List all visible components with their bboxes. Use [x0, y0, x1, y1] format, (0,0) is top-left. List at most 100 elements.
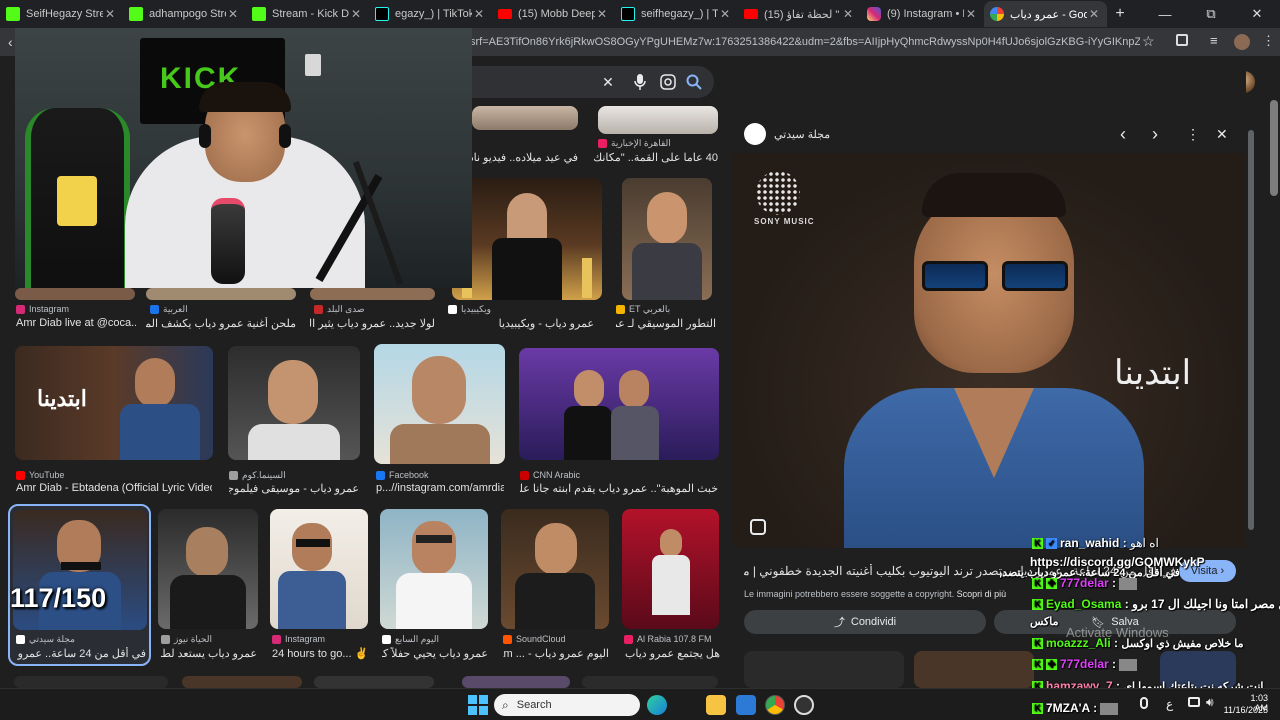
result-image[interactable]: [270, 509, 368, 629]
close-icon[interactable]: ✕: [226, 7, 240, 21]
result-caption[interactable]: p...//instagram.com/amrdiab: [376, 482, 504, 494]
next-image-icon[interactable]: ›: [1152, 124, 1158, 145]
close-icon[interactable]: ✕: [595, 7, 609, 21]
tab-4[interactable]: (15) Mobb Deep - Sh✕: [492, 1, 615, 27]
lens-search-icon[interactable]: [750, 519, 766, 535]
prev-image-icon[interactable]: ‹: [1120, 124, 1126, 145]
result-image[interactable]: [582, 676, 718, 688]
new-tab-button[interactable]: +: [1107, 5, 1133, 23]
clock-date[interactable]: 11/16/2025: [1222, 705, 1268, 715]
mic-icon[interactable]: [630, 72, 650, 92]
result-image[interactable]: [374, 344, 505, 464]
extensions-icon[interactable]: [1176, 34, 1188, 46]
address-bar[interactable]: srf=AE3TifOn86Yrk6jRkwOS8OGyYPgUHEMz7w:1…: [470, 31, 1140, 53]
mic-tray-icon[interactable]: [1140, 697, 1148, 709]
tab-2[interactable]: Stream - Kick Dashbo✕: [246, 1, 369, 27]
result-source: ET بالعربي: [616, 304, 716, 315]
close-icon[interactable]: ✕: [103, 7, 117, 21]
result-image[interactable]: [462, 676, 570, 688]
tab-0[interactable]: SeifHegazy Stream -✕: [0, 1, 123, 27]
lens-icon[interactable]: [658, 72, 678, 92]
result-caption[interactable]: لولا جديد.. عمرو دياب يثير الجدل...: [310, 317, 435, 330]
windows-start-icon[interactable]: [468, 695, 488, 715]
result-caption[interactable]: ملحن أغنية عمرو دياب يكشف المفاجأة...: [146, 317, 296, 330]
result-caption[interactable]: 24 hours to go... ✌️: [272, 647, 368, 660]
result-image[interactable]: [228, 346, 360, 460]
result-image[interactable]: [310, 288, 435, 300]
result-image[interactable]: [380, 509, 488, 629]
tab-1[interactable]: adhampogo Stream -✕: [123, 1, 246, 27]
result-image[interactable]: [146, 288, 296, 300]
result-caption[interactable]: في أقل من 24 ساعة.. عمرو دياب يت...: [16, 647, 146, 660]
result-caption[interactable]: عمرو دياب يستعد لطرح ا...: [161, 647, 257, 660]
preview-scrollbar[interactable]: [1248, 130, 1254, 530]
menu-icon[interactable]: ⋮: [1262, 33, 1275, 49]
close-icon[interactable]: ✕: [472, 7, 486, 21]
result-caption[interactable]: Amr Diab live at @coca...: [16, 317, 136, 329]
result-image-ebtadena[interactable]: ابتدينا: [15, 346, 213, 460]
obs-icon[interactable]: [794, 695, 814, 715]
result-image[interactable]: [598, 106, 718, 134]
mail-icon[interactable]: [736, 695, 756, 715]
tab-6[interactable]: (15) أغنية " لحظة تفاؤ✕: [738, 1, 861, 27]
tab-5[interactable]: seifhegazy_) | TikTok✕: [615, 1, 738, 27]
search-icon: ⌕: [502, 697, 509, 712]
bookmark-star-icon[interactable]: ☆: [1142, 33, 1155, 50]
tab-3[interactable]: egazy_) | TikTok(+99)✕: [369, 1, 492, 27]
site-favicon: [161, 635, 170, 644]
result-image-awards[interactable]: [452, 178, 602, 300]
back-icon[interactable]: ‹: [8, 34, 13, 50]
profile-avatar[interactable]: [1234, 34, 1250, 50]
page-scrollbar[interactable]: [1270, 100, 1278, 196]
result-caption[interactable]: هل يجتمع عمرو دياب مع...: [624, 647, 720, 660]
close-icon[interactable]: ✕: [349, 7, 363, 21]
result-caption[interactable]: اليوم عمرو دياب - ... Stream: [503, 647, 609, 660]
result-image[interactable]: [314, 676, 434, 688]
search-icon[interactable]: [684, 72, 704, 92]
result-caption[interactable]: عمرو دياب - موسيقى فيلموجرافيا، صور...: [229, 482, 359, 495]
preview-title-art: ابتدينا: [1114, 353, 1192, 393]
tab-7[interactable]: (9) Instagram • Messa✕: [861, 1, 984, 27]
close-icon[interactable]: ✕: [841, 7, 855, 21]
result-image[interactable]: [622, 178, 712, 300]
chrome-icon[interactable]: [765, 695, 785, 715]
result-image[interactable]: [519, 348, 719, 460]
result-caption[interactable]: عمرو دياب - ويكيبيديا: [444, 317, 594, 330]
clear-icon[interactable]: ✕: [598, 72, 618, 92]
more-options-icon[interactable]: ⋮: [1186, 126, 1200, 143]
related-image[interactable]: [914, 651, 1034, 688]
result-caption[interactable]: التطور الموسيقي لـ عمرو دياب: [616, 317, 716, 330]
file-explorer-icon[interactable]: [706, 695, 726, 715]
result-image[interactable]: [472, 106, 578, 130]
close-window-button[interactable]: ✕: [1234, 0, 1280, 28]
taskbar-search[interactable]: ⌕ Search: [494, 694, 640, 716]
result-image[interactable]: [501, 509, 609, 629]
result-image[interactable]: [15, 288, 135, 300]
preview-image[interactable]: SONY MUSIC ابتدينا: [734, 153, 1246, 548]
result-image[interactable]: [622, 509, 719, 629]
related-image[interactable]: [744, 651, 904, 688]
learn-more-link[interactable]: Scopri di più: [957, 589, 1007, 599]
minimize-button[interactable]: —: [1142, 0, 1188, 28]
result-image[interactable]: [182, 676, 302, 688]
maximize-button[interactable]: ⧉: [1188, 0, 1234, 28]
result-caption[interactable]: عمرو دياب يحيي حفلاً كبيراً ف...: [382, 647, 488, 660]
close-preview-icon[interactable]: ✕: [1216, 126, 1228, 143]
search-bar[interactable]: ✕: [440, 66, 714, 98]
close-icon[interactable]: ✕: [1087, 7, 1101, 21]
result-caption[interactable]: 40 عاما على القمة.. "مكانك" ذلك ف...: [594, 151, 718, 164]
tab-8-active[interactable]: عمرو دياب - Google✕: [984, 1, 1107, 27]
close-icon[interactable]: ✕: [964, 7, 978, 21]
volume-icon[interactable]: 🔊︎: [1206, 695, 1214, 710]
edge-icon[interactable]: [647, 695, 667, 715]
result-caption[interactable]: Amr Diab - Ebtadena (Official Lyric Vide…: [16, 482, 212, 494]
share-button[interactable]: ⤴ Condividi: [744, 610, 986, 634]
close-icon[interactable]: ✕: [718, 7, 732, 21]
result-caption[interactable]: خبث الموهبة".. عمرو دياب يقدم ابنته جانا…: [520, 482, 718, 495]
result-image[interactable]: [14, 676, 168, 688]
input-language[interactable]: ع: [1166, 697, 1173, 711]
result-caption[interactable]: في عيد ميلاده.. فيديو نادر للحظة: [472, 151, 578, 164]
network-icon[interactable]: [1188, 697, 1200, 707]
reading-list-icon[interactable]: ≡: [1210, 33, 1218, 48]
result-image[interactable]: [158, 509, 258, 629]
